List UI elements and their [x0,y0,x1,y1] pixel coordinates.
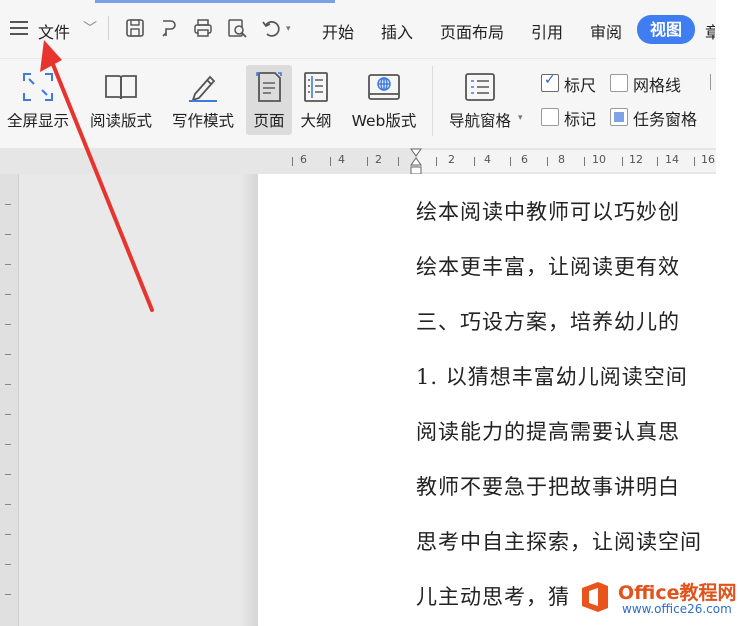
tab-start[interactable]: 开始 [322,19,354,43]
tab-view[interactable]: 视图 [637,15,695,44]
watermark-url: www.office26.com [622,602,732,616]
ruler-tick [436,157,437,166]
nav-pane-icon [462,70,498,104]
document-line[interactable]: 绘本阅读中教师可以巧妙创 [416,196,716,226]
ruler-number: 4 [484,153,491,166]
outline-icon [298,70,334,104]
file-menu[interactable]: 文件 [38,19,70,43]
ruler-number: 6 [300,153,307,166]
page-shadow [240,174,258,626]
ruler-tick [547,157,548,166]
ruler-number: 2 [448,153,455,166]
ruler-number: 2 [375,153,382,166]
ruler-tick [398,157,399,166]
ruler-tick [584,157,585,166]
ruler-checkbox-label[interactable]: 标尺 [564,72,596,96]
watermark-title: Office教程网 [618,582,737,604]
page-view-button[interactable]: 页面 [248,70,290,131]
ruler-tick [5,204,11,205]
fullscreen-icon [20,70,56,104]
office-logo-icon [578,580,612,614]
export-pdf-icon[interactable] [158,17,180,39]
print-icon[interactable] [192,17,214,39]
vertical-ruler[interactable] [0,174,19,626]
document-line[interactable]: 教师不要急于把故事讲明白 [416,471,716,501]
document-line[interactable]: 三、巧设方案，培养幼儿的 [416,306,716,336]
task-pane-checkbox-label[interactable]: 任务窗格 [633,106,697,130]
gridlines-checkbox-label[interactable]: 网格线 [633,72,681,96]
ruler-tick [330,157,331,166]
book-icon [103,70,139,104]
document-page[interactable] [258,174,716,626]
chevron-down-icon[interactable]: ﹀ [83,18,97,38]
document-line[interactable]: 1. 以猜想丰富幼儿阅读空间 [416,361,716,391]
ruler-tick [510,157,511,166]
save-icon[interactable] [124,17,146,39]
window-edge [716,0,740,626]
hamburger-menu-icon[interactable] [10,21,28,35]
ruler-tick [5,564,11,565]
writing-mode-button[interactable]: 写作模式 [168,70,238,131]
pencil-icon [185,70,221,104]
ruler-number: 6 [521,153,528,166]
markup-checkbox[interactable] [541,108,559,126]
ruler-number: 12 [629,153,643,166]
ruler-number: 14 [665,153,679,166]
navigation-pane-button[interactable]: 导航窗格 [444,70,516,131]
task-pane-checkbox[interactable] [610,108,628,126]
undo-icon[interactable] [260,17,282,39]
ruler-tick [5,384,11,385]
ruler-tick [5,414,11,415]
ruler-tick [5,234,11,235]
fullscreen-button[interactable]: 全屏显示 [3,70,73,131]
ribbon-divider [432,66,433,136]
ruler-tick [5,504,11,505]
ruler-tick [622,157,623,166]
ruler-tick [5,354,11,355]
ruler-checkbox[interactable] [541,72,559,92]
menu-bar [0,0,740,58]
tab-review[interactable]: 审阅 [590,19,622,43]
ruler-tick [474,157,475,166]
undo-dropdown-icon[interactable]: ▾ [286,24,291,34]
nav-pane-dropdown-icon[interactable]: ▾ [518,113,523,123]
divider [108,16,109,40]
ruler-tick [5,534,11,535]
ruler-tick [5,264,11,265]
ruler-tick [292,157,293,166]
ruler-tick [694,157,695,166]
gridlines-checkbox[interactable] [610,74,628,92]
tab-section[interactable]: 章 [705,19,715,43]
print-preview-icon[interactable] [226,17,248,39]
watermark: Office教程网 www.office26.com [578,578,740,626]
reading-layout-button[interactable]: 阅读版式 [86,70,156,131]
web-icon [366,70,402,104]
ruler-tick [657,157,658,166]
outline-button[interactable]: 大纲 [296,70,336,131]
document-line[interactable]: 绘本更丰富，让阅读更有效 [416,251,716,281]
ruler-tick [5,324,11,325]
web-layout-button[interactable]: Web版式 [343,70,425,131]
ruler-number: 16 [701,153,715,166]
page-icon [251,70,287,104]
markup-checkbox-label[interactable]: 标记 [564,106,596,130]
ruler-tick [5,474,11,475]
ruler-number: 8 [558,153,565,166]
ruler-tick [367,157,368,166]
ruler-number: 4 [338,153,345,166]
ruler-tick [5,594,11,595]
tab-page-layout[interactable]: 页面布局 [440,19,504,43]
title-accent-line [95,0,335,3]
document-line[interactable]: 阅读能力的提高需要认真思 [416,416,716,446]
ruler-tick [5,444,11,445]
tab-insert[interactable]: 插入 [381,19,413,43]
ruler-tick [5,294,11,295]
ruler-number: 10 [592,153,606,166]
tab-references[interactable]: 引用 [531,19,563,43]
document-line[interactable]: 思考中自主探索，让阅读空间 [416,526,716,556]
